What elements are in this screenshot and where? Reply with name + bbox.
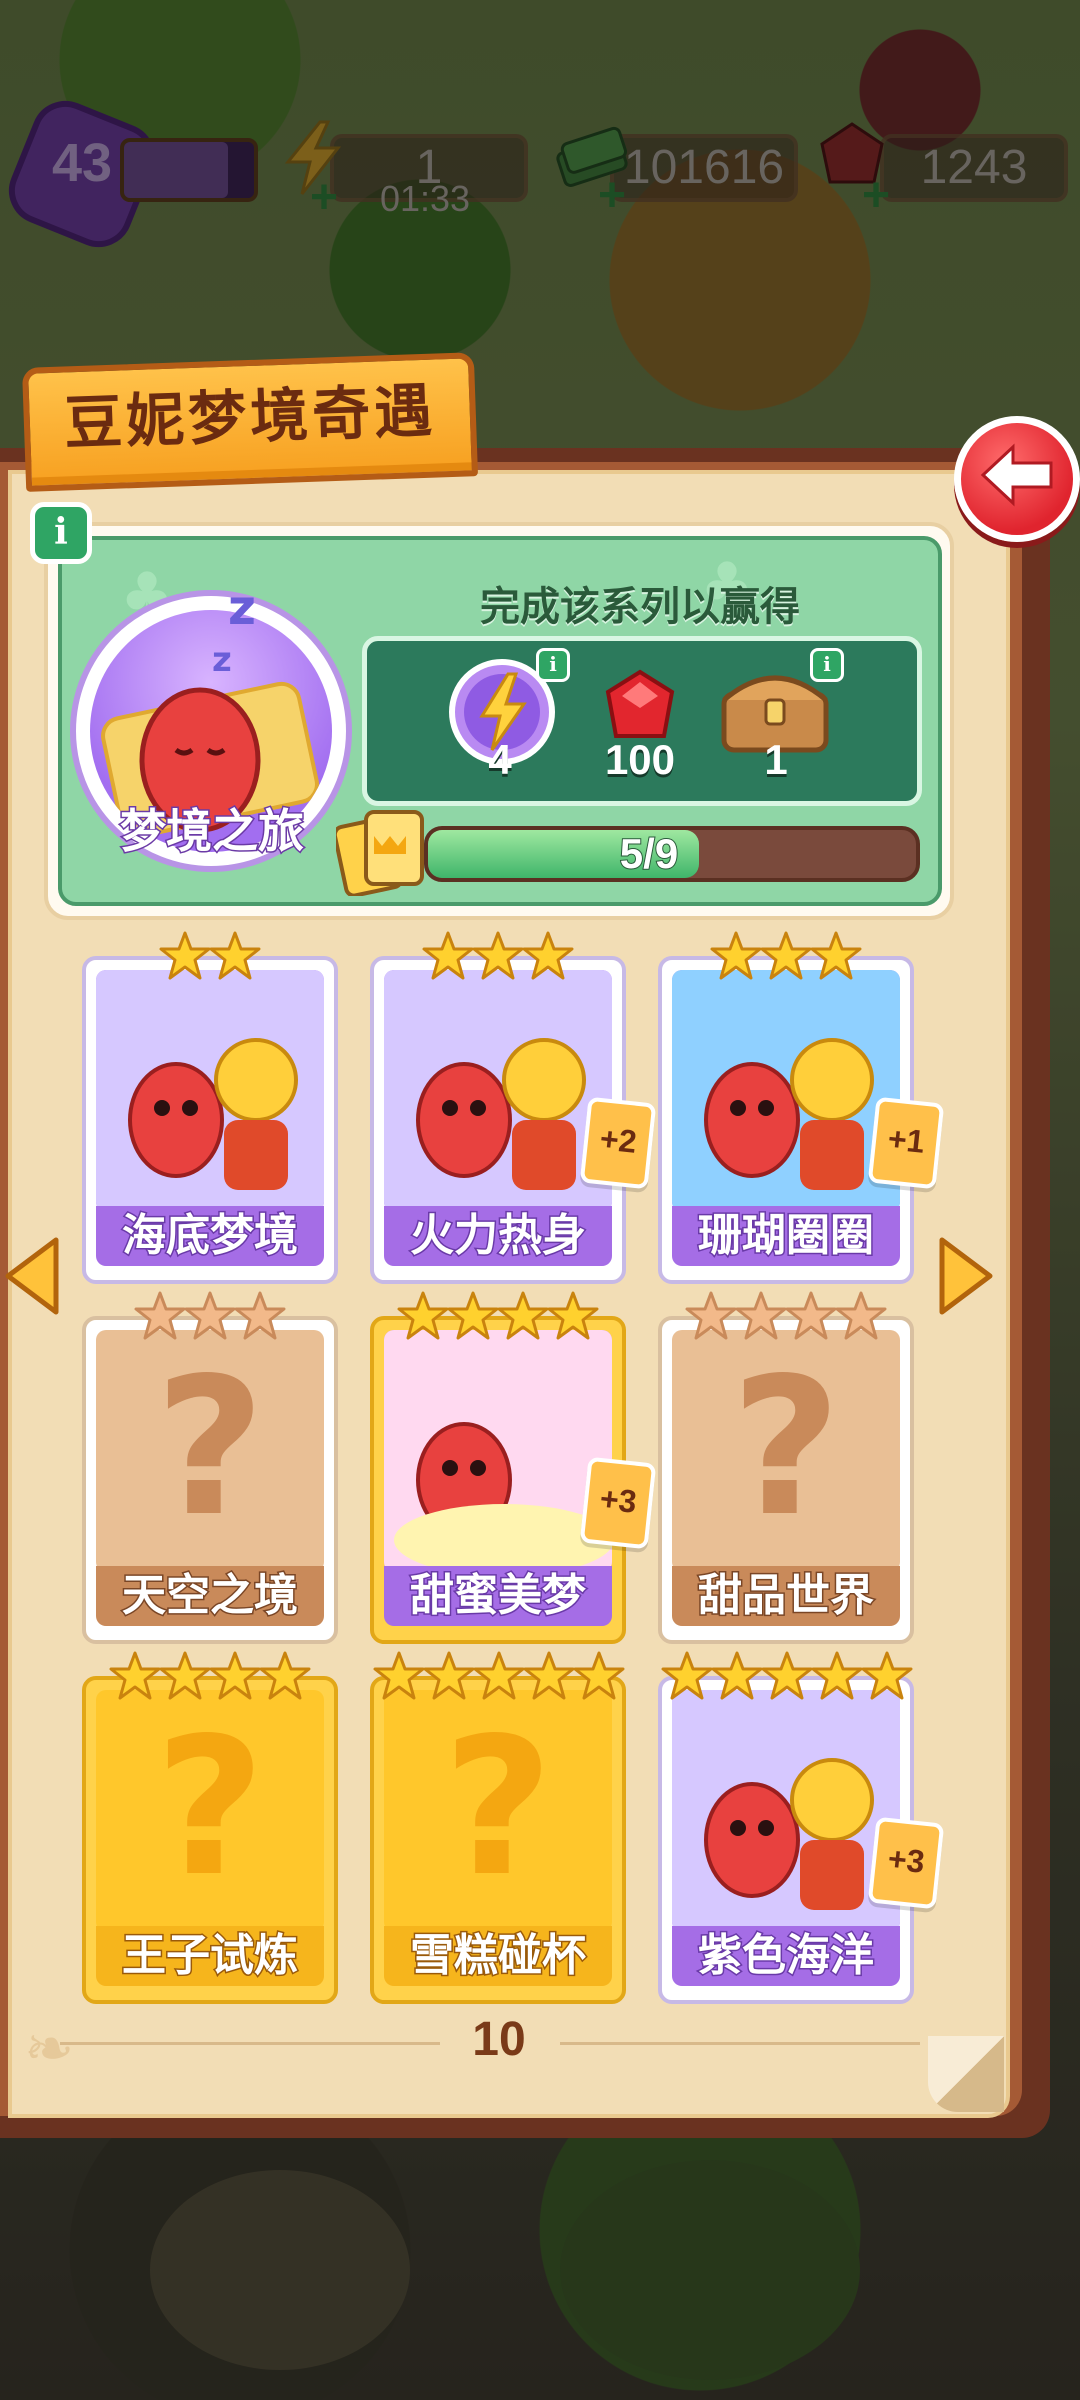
card-stars — [373, 1650, 625, 1706]
star-icon — [710, 930, 762, 982]
collection-card[interactable]: 珊瑚圈圈 +1 — [658, 931, 945, 1284]
collection-card[interactable]: 海底梦境 — [82, 931, 338, 1284]
card-name: 火力热身 — [409, 1209, 588, 1263]
card-stars — [86, 1290, 334, 1346]
star-icon — [373, 1650, 425, 1702]
card-stars — [374, 1290, 622, 1346]
collection-card[interactable]: ? 甜品世界 — [658, 1291, 914, 1644]
card-name: 紫色海洋 — [697, 1929, 876, 1983]
page-number: 10 — [472, 2013, 526, 2066]
star-icon — [522, 930, 574, 982]
duplicate-count-badge: +3 — [579, 1456, 657, 1550]
star-icon — [447, 1290, 499, 1342]
star-icon — [835, 1290, 887, 1342]
collection-card[interactable]: ? 王子试炼 — [82, 1651, 338, 2004]
reward-count: 4 — [488, 736, 512, 783]
star-icon — [810, 930, 862, 982]
reward-count: 100 — [604, 736, 676, 783]
star-icon — [811, 1650, 863, 1702]
star-icon — [573, 1650, 625, 1702]
star-icon — [472, 930, 524, 982]
previous-page-arrow[interactable] — [4, 1236, 60, 1316]
star-icon — [761, 1650, 813, 1702]
card-stars — [86, 1650, 334, 1706]
reward-info-button[interactable]: i — [810, 648, 844, 682]
card-stars — [374, 930, 622, 986]
reward-heading: 完成该系列以赢得 — [480, 584, 800, 630]
star-icon — [184, 1290, 236, 1342]
zzz-icon: z — [212, 640, 232, 680]
card-stars — [86, 930, 334, 986]
star-icon — [523, 1650, 575, 1702]
duplicate-count-badge: +3 — [867, 1816, 945, 1910]
star-icon — [397, 1290, 449, 1342]
card-name: 天空之境 — [121, 1569, 300, 1623]
back-arrow-icon — [980, 443, 1053, 507]
star-icon — [473, 1650, 525, 1702]
card-stars — [662, 930, 910, 986]
card-stars — [662, 1290, 910, 1346]
collection-card[interactable]: 火力热身 +2 — [370, 931, 657, 1284]
page-curl — [928, 2036, 1004, 2112]
duplicate-count-badge: +1 — [867, 1096, 945, 1190]
card-name: 王子试炼 — [121, 1929, 300, 1983]
reward-info-button[interactable]: i — [536, 648, 570, 682]
reward-count: 1 — [764, 736, 788, 783]
card-illustration-icon — [672, 1690, 900, 1932]
star-icon — [685, 1290, 737, 1342]
next-page-arrow[interactable] — [938, 1236, 994, 1316]
star-icon — [861, 1650, 913, 1702]
progress-text: 5/9 — [619, 829, 679, 878]
star-icon — [735, 1290, 787, 1342]
star-icon — [423, 1650, 475, 1702]
cards-icon — [336, 810, 424, 896]
duplicate-count-badge: +2 — [579, 1096, 657, 1190]
card-name: 海底梦境 — [121, 1209, 300, 1263]
page-divider — [60, 2042, 440, 2045]
card-illustration-icon — [384, 970, 612, 1212]
star-icon — [497, 1290, 549, 1342]
card-name: 雪糕碰杯 — [409, 1929, 588, 1983]
collection-card[interactable]: 甜蜜美梦 +3 — [370, 1291, 657, 1644]
star-icon — [711, 1650, 763, 1702]
back-button[interactable] — [954, 416, 1080, 542]
star-icon — [661, 1650, 713, 1702]
card-illustration-icon — [384, 1330, 612, 1572]
star-icon — [159, 930, 211, 982]
star-icon — [209, 1650, 261, 1702]
collection-title: 豆妮梦境奇遇 — [63, 376, 438, 458]
info-button[interactable]: i — [30, 502, 92, 564]
card-name: 珊瑚圈圈 — [697, 1209, 876, 1263]
card-stars — [661, 1650, 913, 1706]
card-illustration-icon — [672, 970, 900, 1212]
card-illustration-icon — [96, 970, 324, 1212]
star-icon — [134, 1290, 186, 1342]
star-icon — [760, 930, 812, 982]
star-icon — [234, 1290, 286, 1342]
zzz-icon: z — [228, 580, 256, 636]
collection-card[interactable]: 紫色海洋 +3 — [658, 1651, 945, 2004]
question-mark-icon: ? — [154, 1337, 266, 1558]
star-icon — [547, 1290, 599, 1342]
page-divider — [560, 2042, 920, 2045]
series-name: 梦境之旅 — [119, 803, 306, 860]
paw-decoration: ❧ — [24, 2014, 75, 2084]
question-mark-icon: ? — [154, 1697, 266, 1918]
star-icon — [785, 1290, 837, 1342]
star-icon — [159, 1650, 211, 1702]
collection-card[interactable]: ? 雪糕碰杯 — [370, 1651, 626, 2004]
card-name: 甜品世界 — [697, 1569, 876, 1623]
star-icon — [209, 930, 261, 982]
star-icon — [259, 1650, 311, 1702]
question-mark-icon: ? — [730, 1337, 842, 1558]
collection-card[interactable]: ? 天空之境 — [82, 1291, 338, 1644]
card-name: 甜蜜美梦 — [409, 1569, 588, 1623]
question-mark-icon: ? — [442, 1697, 554, 1918]
star-icon — [109, 1650, 161, 1702]
star-icon — [422, 930, 474, 982]
